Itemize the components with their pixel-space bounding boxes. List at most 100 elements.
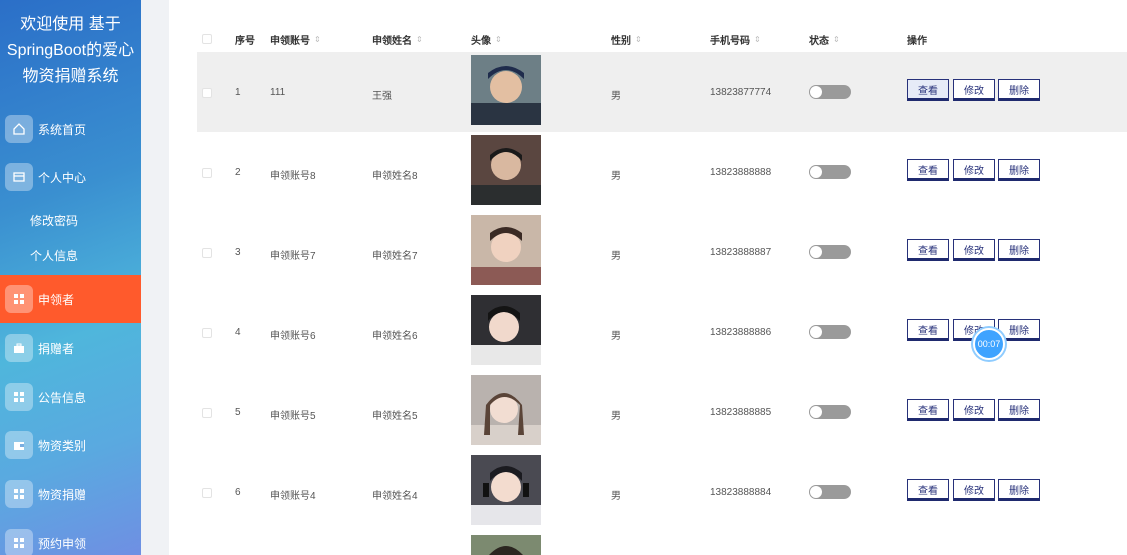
sidebar-item-label: 捐赠者	[38, 341, 75, 356]
cell-account: 申领账号8	[270, 171, 316, 182]
grid-icon	[5, 529, 33, 555]
select-all-checkbox[interactable]	[202, 34, 212, 44]
header-actions: 操作	[907, 36, 927, 47]
sort-icon[interactable]: ⇕	[314, 35, 321, 44]
grid-icon	[5, 383, 33, 411]
cell-gender: 男	[611, 91, 621, 102]
header-status[interactable]: 状态 ⇕	[809, 32, 840, 47]
cell-account: 申领账号7	[270, 251, 316, 262]
sidebar-item-personal-center[interactable]: 个人中心	[0, 153, 141, 201]
row-checkbox[interactable]	[202, 248, 212, 258]
status-toggle[interactable]	[809, 405, 851, 419]
toggle-knob	[810, 86, 822, 98]
row-checkbox[interactable]	[202, 88, 212, 98]
row-checkbox[interactable]	[202, 328, 212, 338]
header-gender[interactable]: 性别 ⇕	[611, 32, 642, 47]
status-toggle[interactable]	[809, 85, 851, 99]
avatar	[471, 295, 541, 365]
grid-icon	[5, 285, 33, 313]
table-panel: 序号 申领账号 ⇕ 申领姓名 ⇕ 头像 ⇕ 性别 ⇕ 手机号码 ⇕ 状态 ⇕ 操作 1 11…	[169, 0, 1127, 555]
status-toggle[interactable]	[809, 325, 851, 339]
cell-phone: 13823888886	[710, 327, 772, 338]
cell-index: 1	[235, 87, 241, 98]
toggle-knob	[810, 406, 822, 418]
cell-phone: 13823888888	[710, 167, 772, 178]
cell-account: 申领账号5	[270, 411, 316, 422]
toggle-knob	[810, 486, 822, 498]
card-icon	[5, 163, 33, 191]
view-button[interactable]: 查看	[907, 159, 949, 181]
sidebar-item-reservations[interactable]: 预约申领	[0, 519, 141, 555]
cell-name: 申领姓名4	[372, 491, 418, 502]
edit-button[interactable]: 修改	[953, 159, 995, 181]
sort-icon[interactable]: ⇕	[635, 35, 642, 44]
home-icon	[5, 115, 33, 143]
sort-icon[interactable]: ⇕	[495, 35, 502, 44]
row-checkbox[interactable]	[202, 488, 212, 498]
cell-name: 王强	[372, 91, 392, 102]
cell-gender: 男	[611, 331, 621, 342]
header-phone[interactable]: 手机号码 ⇕	[710, 32, 761, 47]
status-toggle[interactable]	[809, 245, 851, 259]
toggle-knob	[810, 326, 822, 338]
delete-button[interactable]: 删除	[998, 479, 1040, 501]
sidebar-subitem-personal-info[interactable]: 个人信息	[30, 247, 78, 264]
sidebar-item-donations[interactable]: 物资捐赠	[0, 470, 141, 518]
sort-icon[interactable]: ⇕	[833, 35, 840, 44]
view-button[interactable]: 查看	[907, 239, 949, 261]
delete-button[interactable]: 删除	[998, 79, 1040, 101]
avatar	[471, 135, 541, 205]
delete-button[interactable]: 删除	[998, 159, 1040, 181]
app-title: 欢迎使用 基于 SpringBoot的爱心 物资捐赠系统	[6, 16, 135, 85]
sidebar-item-donors[interactable]: 捐赠者	[0, 324, 141, 372]
edit-button[interactable]: 修改	[953, 79, 995, 101]
view-button[interactable]: 查看	[907, 479, 949, 501]
grid-icon	[5, 480, 33, 508]
sidebar-item-applicants[interactable]: 申领者	[0, 275, 141, 323]
view-button[interactable]: 查看	[907, 399, 949, 421]
cell-index: 6	[235, 487, 241, 498]
sidebar: 欢迎使用 基于 SpringBoot的爱心 物资捐赠系统 系统首页 个人中心 修…	[0, 0, 141, 555]
row-checkbox[interactable]	[202, 408, 212, 418]
sort-icon[interactable]: ⇕	[754, 35, 761, 44]
sidebar-item-label: 预约申领	[38, 536, 87, 551]
edit-button[interactable]: 修改	[953, 479, 995, 501]
sidebar-item-label: 系统首页	[38, 122, 87, 137]
cell-phone: 13823888884	[710, 487, 772, 498]
view-button[interactable]: 查看	[907, 319, 949, 341]
view-button[interactable]: 查看	[907, 79, 949, 101]
sidebar-item-label: 公告信息	[38, 390, 87, 405]
row-checkbox[interactable]	[202, 168, 212, 178]
status-toggle[interactable]	[809, 485, 851, 499]
sidebar-item-announcements[interactable]: 公告信息	[0, 373, 141, 421]
cell-phone: 13823877774	[710, 87, 772, 98]
sidebar-item-label: 物资类别	[38, 438, 87, 453]
avatar	[471, 55, 541, 125]
cell-gender: 男	[611, 411, 621, 422]
delete-button[interactable]: 删除	[998, 399, 1040, 421]
cell-gender: 男	[611, 491, 621, 502]
cell-phone: 13823888885	[710, 407, 772, 418]
delete-button[interactable]: 删除	[998, 239, 1040, 261]
toggle-knob	[810, 246, 822, 258]
timer-badge: 00:07	[973, 328, 1005, 360]
sidebar-item-categories[interactable]: 物资类别	[0, 421, 141, 469]
wallet-icon	[5, 431, 33, 459]
sidebar-item-home[interactable]: 系统首页	[0, 105, 141, 153]
sidebar-item-label: 物资捐赠	[38, 487, 87, 502]
cell-name: 申领姓名6	[372, 331, 418, 342]
avatar	[471, 535, 541, 555]
header-name[interactable]: 申领姓名 ⇕	[372, 32, 423, 47]
sidebar-item-label: 个人中心	[38, 170, 87, 185]
sidebar-subitem-change-password[interactable]: 修改密码	[30, 212, 78, 229]
header-index: 序号	[235, 36, 255, 47]
edit-button[interactable]: 修改	[953, 239, 995, 261]
sort-icon[interactable]: ⇕	[416, 35, 423, 44]
status-toggle[interactable]	[809, 165, 851, 179]
header-account[interactable]: 申领账号 ⇕	[270, 32, 321, 47]
edit-button[interactable]: 修改	[953, 399, 995, 421]
avatar	[471, 455, 541, 525]
delete-button[interactable]: 删除	[998, 319, 1040, 341]
header-avatar[interactable]: 头像 ⇕	[471, 32, 502, 47]
cell-gender: 男	[611, 251, 621, 262]
